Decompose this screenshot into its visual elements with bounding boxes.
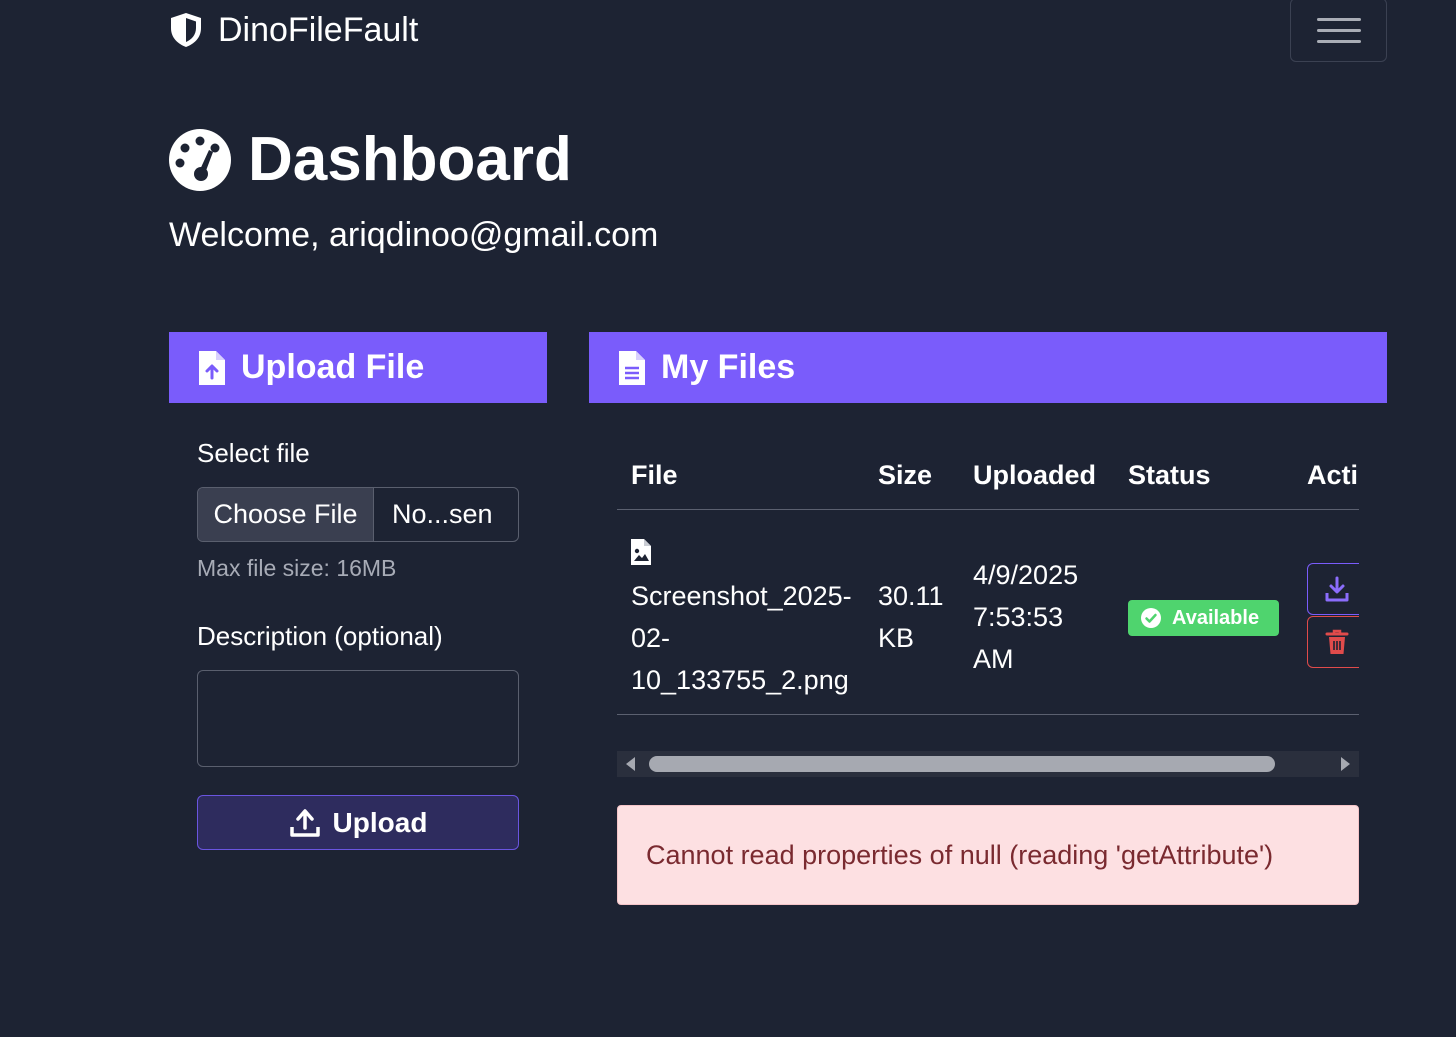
page-title-text: Dashboard <box>248 125 572 194</box>
files-card-title: My Files <box>661 348 796 386</box>
check-circle-icon <box>1141 608 1161 628</box>
column-header-status[interactable]: Status <box>1128 460 1211 491</box>
hamburger-icon <box>1316 17 1361 21</box>
uploaded-date-line: AM <box>973 644 1014 674</box>
file-text-icon <box>619 350 645 385</box>
download-icon <box>1325 576 1349 602</box>
scroll-right-icon[interactable] <box>1341 757 1350 771</box>
file-size-line: 30.11 <box>878 581 944 611</box>
file-upload-icon <box>199 350 225 385</box>
status-badge: Available <box>1128 600 1279 636</box>
image-file-icon <box>631 539 651 565</box>
column-header-size[interactable]: Size <box>878 460 932 491</box>
upload-card-title: Upload File <box>241 348 425 386</box>
max-file-size-hint: Max file size: 16MB <box>197 555 397 581</box>
page-title: Dashboard <box>168 124 572 195</box>
hamburger-icon-bar <box>1316 28 1361 32</box>
choose-file-button[interactable]: Choose File <box>198 488 374 541</box>
shield-icon <box>171 13 201 47</box>
file-size-line: KB <box>878 623 915 653</box>
scrollbar-thumb[interactable] <box>649 756 1275 772</box>
column-header-actions[interactable]: Acti <box>1307 460 1358 491</box>
file-name-line: Screenshot_2025- <box>631 581 852 611</box>
status-badge-label: Available <box>1172 606 1260 629</box>
description-textarea[interactable] <box>197 670 519 767</box>
scroll-left-icon[interactable] <box>626 757 635 771</box>
select-file-label: Select file <box>197 438 310 468</box>
hamburger-icon-bar <box>1316 39 1361 43</box>
uploaded-date-line: 7:53:53 <box>973 602 1064 632</box>
column-header-uploaded[interactable]: Uploaded <box>973 460 1096 491</box>
files-table: File Size Uploaded Status Acti Screensho… <box>617 440 1359 715</box>
gauge-icon <box>169 128 231 191</box>
welcome-message: Welcome, ariqdinoo@gmail.com <box>169 216 659 254</box>
upload-card-header: Upload File <box>169 332 547 403</box>
navbar: DinoFileFault <box>0 0 1456 62</box>
files-card-header: My Files <box>589 332 1387 403</box>
download-button[interactable] <box>1307 563 1359 615</box>
chosen-file-text: No...sen <box>392 499 493 529</box>
upload-icon <box>289 808 320 837</box>
column-header-file[interactable]: File <box>631 460 678 491</box>
file-name-line: 10_133755_2.png <box>631 665 849 695</box>
uploaded-date-line: 4/9/2025 <box>973 560 1079 590</box>
table-header-divider <box>617 509 1359 510</box>
upload-button-label: Upload <box>332 806 428 838</box>
navbar-toggle-button[interactable] <box>1290 0 1387 62</box>
description-label: Description (optional) <box>197 621 443 651</box>
delete-button[interactable] <box>1307 616 1359 668</box>
table-row-divider <box>617 714 1359 715</box>
horizontal-scrollbar[interactable] <box>617 751 1359 777</box>
file-input[interactable]: Choose File No...sen <box>197 487 519 542</box>
error-alert: Cannot read properties of null (reading … <box>617 805 1359 905</box>
file-name-line: 02- <box>631 623 671 653</box>
brand-name: DinoFileFault <box>218 10 419 49</box>
upload-button[interactable]: Upload <box>197 795 519 850</box>
trash-icon <box>1325 629 1349 654</box>
error-alert-message: Cannot read properties of null (reading … <box>646 839 1274 870</box>
brand-link[interactable]: DinoFileFault <box>168 8 418 52</box>
